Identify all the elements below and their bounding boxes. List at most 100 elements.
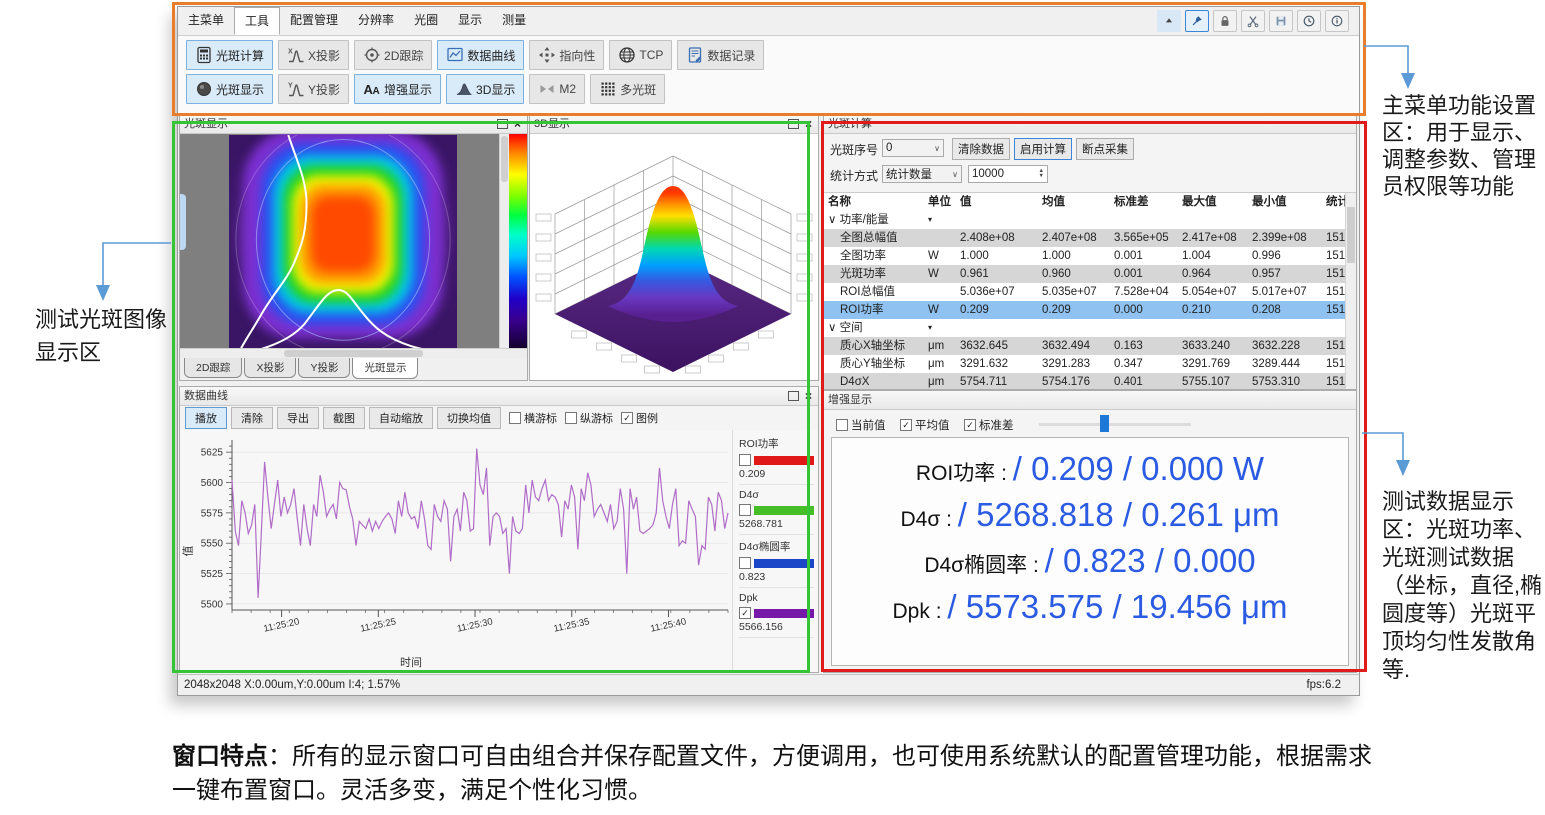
- table-group-功率/能量[interactable]: ∨ 功率/能量▾: [824, 211, 1356, 229]
- save-icon[interactable]: [1269, 10, 1293, 32]
- float-icon[interactable]: [497, 119, 508, 129]
- info-icon[interactable]: [1325, 10, 1349, 32]
- curve-legend: ROI功率 0.209D4σ 5268.781D4σ椭圆率 0.823Dpk ✓…: [732, 430, 818, 672]
- float-icon[interactable]: [788, 119, 799, 129]
- pin-icon[interactable]: [1185, 10, 1209, 32]
- menu-item-显示[interactable]: 显示: [448, 7, 492, 35]
- table-row-全图总幅值[interactable]: 全图总幅值2.408e+082.407e+083.565e+052.417e+0…: [824, 229, 1356, 247]
- breakpoint-capture-button[interactable]: 断点采集: [1076, 138, 1134, 160]
- history-icon[interactable]: [1297, 10, 1321, 32]
- menu-item-配置管理[interactable]: 配置管理: [280, 7, 348, 35]
- page: 主菜单工具配置管理分辨率光圈显示测量 光斑计算XX投影2D跟踪数据曲线指向性TC…: [0, 0, 1545, 815]
- legend-item-ROI功率: ROI功率 0.209: [739, 436, 814, 485]
- tab-X投影[interactable]: X投影: [244, 358, 296, 378]
- tab-2D跟踪[interactable]: 2D跟踪: [184, 358, 242, 378]
- menu-items: 主菜单工具配置管理分辨率光圈显示测量: [178, 7, 536, 35]
- dock-handle[interactable]: [180, 194, 186, 250]
- toolbar-button-3D显示[interactable]: 3D显示: [446, 74, 524, 104]
- clear-data-button[interactable]: 清除数据: [952, 138, 1010, 160]
- enhance-checkbox-当前值[interactable]: 当前值: [836, 417, 886, 433]
- toolbar-button-2D跟踪[interactable]: 2D跟踪: [354, 40, 432, 70]
- beam-tabs: 2D跟踪X投影Y投影光斑显示: [180, 358, 527, 380]
- table-row-质心X轴坐标[interactable]: 质心X轴坐标μm3632.6453632.4940.1633633.240363…: [824, 337, 1356, 355]
- toolbar-button-数据记录[interactable]: 数据记录: [677, 40, 764, 70]
- toolbar-button-数据曲线[interactable]: 数据曲线: [437, 40, 524, 70]
- stat-count-spinner[interactable]: 10000▲▼: [968, 165, 1048, 183]
- beam-vertical-scrollbar[interactable]: [499, 134, 509, 348]
- menu-item-分辨率[interactable]: 分辨率: [348, 7, 404, 35]
- enhance-slider-handle[interactable]: [1100, 415, 1109, 432]
- table-row-光斑功率[interactable]: 光斑功率W0.9610.9600.0010.9640.957151: [824, 265, 1356, 283]
- close-icon[interactable]: ×: [514, 119, 521, 129]
- cut-icon[interactable]: [1241, 10, 1265, 32]
- menu-item-光圈[interactable]: 光圈: [404, 7, 448, 35]
- curve-chart-area[interactable]: 值 55005525555055755600562511:25:2011:25:…: [180, 430, 732, 672]
- curve-checkbox-纵游标[interactable]: 纵游标: [565, 410, 613, 426]
- curve-button-截图[interactable]: 截图: [323, 407, 365, 429]
- curve-checkbox-图例[interactable]: ✓图例: [621, 410, 658, 426]
- toolbar-button-TCP[interactable]: TCP: [609, 40, 672, 70]
- toolbar-button-指向性[interactable]: 指向性: [529, 40, 604, 70]
- tab-光斑显示[interactable]: 光斑显示: [352, 358, 418, 379]
- m2-icon: [538, 80, 556, 98]
- float-icon[interactable]: [788, 391, 799, 401]
- display-3d-icon: [455, 80, 473, 98]
- legend-checkbox[interactable]: [739, 557, 751, 569]
- toolbar-button-光斑显示[interactable]: 光斑显示: [186, 74, 273, 104]
- svg-text:11:25:25: 11:25:25: [359, 616, 397, 634]
- legend-checkbox[interactable]: [739, 504, 751, 516]
- table-group-空间[interactable]: ∨ 空间▾: [824, 319, 1356, 337]
- menu-item-工具[interactable]: 工具: [234, 7, 280, 35]
- beam-horizontal-scrollbar[interactable]: [180, 348, 527, 358]
- beam-panel-titlebar: 光斑显示 ×: [180, 115, 527, 134]
- enhance-checkbox-标准差[interactable]: ✓标准差: [964, 417, 1014, 433]
- intensity-colorbar: [509, 134, 527, 348]
- svg-text:Y: Y: [288, 83, 293, 90]
- toolbar-button-Y投影[interactable]: YY投影: [278, 74, 349, 104]
- toolbar-button-M2[interactable]: M2: [529, 74, 585, 104]
- spot-display-icon: [195, 80, 213, 98]
- legend-item-Dpk: Dpk ✓ 5566.156: [739, 592, 814, 638]
- table-row-ROI总幅值[interactable]: ROI总幅值5.036e+075.035e+077.528e+045.054e+…: [824, 283, 1356, 301]
- curve-toolbar: 播放清除导出截图自动缩放切换均值横游标纵游标 ✓图例: [180, 406, 818, 430]
- curve-panel-title: 数据曲线: [184, 387, 228, 405]
- lock-icon[interactable]: [1213, 10, 1237, 32]
- close-icon[interactable]: ×: [805, 391, 812, 401]
- table-row-质心Y轴坐标[interactable]: 质心Y轴坐标μm3291.6323291.2830.3473291.769328…: [824, 355, 1356, 373]
- legend-checkbox[interactable]: [739, 454, 751, 466]
- beam-image-area[interactable]: [180, 134, 499, 348]
- beam-image[interactable]: [229, 135, 457, 348]
- table-row-ROI功率[interactable]: ROI功率W0.2090.2090.0000.2100.208151: [824, 301, 1356, 319]
- collapse-icon[interactable]: [1157, 10, 1181, 32]
- readout-D4σ椭圆率 :: D4σ椭圆率 : / 0.823 / 0.000: [832, 538, 1348, 584]
- enhance-checkbox-平均值[interactable]: ✓平均值: [900, 417, 950, 433]
- table-scrollbar[interactable]: [1345, 193, 1356, 389]
- close-icon[interactable]: ×: [805, 119, 812, 129]
- toolbar-button-光斑计算[interactable]: 光斑计算: [186, 40, 273, 70]
- toolbar-note: 主菜单功能设置区：用于显示、调整参数、管理员权限等功能: [1382, 92, 1545, 200]
- x-projection-icon: X: [287, 46, 305, 64]
- seq-dropdown[interactable]: 0∨: [882, 139, 944, 157]
- table-row-全图功率[interactable]: 全图功率W1.0001.0000.0011.0040.996151: [824, 247, 1356, 265]
- legend-checkbox[interactable]: ✓: [739, 607, 751, 619]
- readout-ROI功率 :: ROI功率 : / 0.209 / 0.000 W: [832, 446, 1348, 492]
- curve-button-播放[interactable]: 播放: [185, 407, 227, 429]
- data-curve-icon: [446, 46, 464, 64]
- stat-mode-dropdown[interactable]: 统计数量∨: [882, 165, 962, 183]
- menu-item-测量[interactable]: 测量: [492, 7, 536, 35]
- enhance-slider[interactable]: [1039, 423, 1191, 426]
- 3d-surface-plot: [533, 134, 815, 378]
- 3d-plot-area[interactable]: [530, 134, 818, 380]
- menu-item-主菜单[interactable]: 主菜单: [178, 7, 234, 35]
- curve-button-清除[interactable]: 清除: [231, 407, 273, 429]
- curve-button-导出[interactable]: 导出: [277, 407, 319, 429]
- enable-calc-button[interactable]: 启用计算: [1014, 138, 1072, 160]
- toolbar-button-多光斑[interactable]: 多光斑: [590, 74, 665, 104]
- table-row-D4σX[interactable]: D4σXμm5754.7115754.1760.4015755.1075753.…: [824, 373, 1356, 389]
- curve-button-切换均值[interactable]: 切换均值: [437, 407, 501, 429]
- curve-checkbox-横游标[interactable]: 横游标: [509, 410, 557, 426]
- toolbar-button-增强显示[interactable]: AA增强显示: [354, 74, 441, 104]
- toolbar-button-X投影[interactable]: XX投影: [278, 40, 349, 70]
- curve-button-自动缩放[interactable]: 自动缩放: [369, 407, 433, 429]
- tab-Y投影[interactable]: Y投影: [298, 358, 350, 378]
